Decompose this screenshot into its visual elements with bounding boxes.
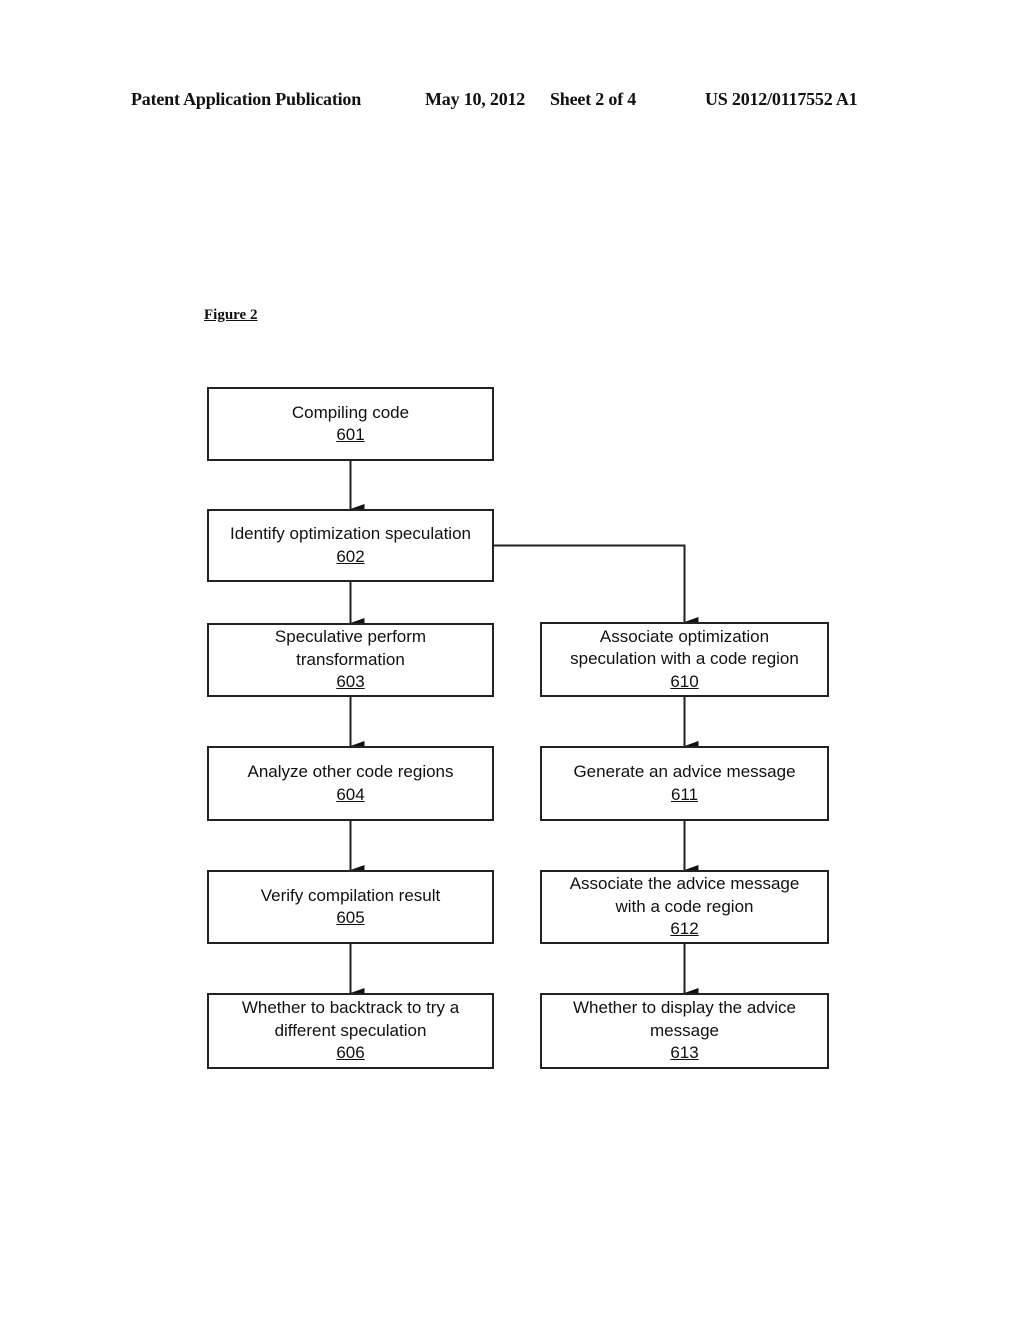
- node-text-line: Generate an advice message: [573, 762, 796, 781]
- flow-node-613: Whether to display the advice message 61…: [540, 993, 829, 1069]
- flow-node-603: Speculative perform transformation 603: [207, 623, 494, 697]
- node-text-line: with a code region: [615, 896, 754, 916]
- node-text-line: Whether to display the advice: [572, 998, 796, 1018]
- node-reference-number: 612: [670, 919, 699, 939]
- arrow-602-to-610: [494, 544, 699, 627]
- flow-node-611: Generate an advice message 611: [540, 746, 829, 821]
- node-text-line: different speculation: [274, 1020, 427, 1040]
- node-text-line: Identify optimization speculation: [230, 524, 471, 543]
- flow-node-604: Analyze other code regions 604: [207, 746, 494, 821]
- node-reference-number: 613: [670, 1043, 699, 1063]
- node-text-line: Verify compilation result: [260, 885, 441, 905]
- node-reference-number: 602: [336, 546, 365, 566]
- node-text-line: message: [650, 1020, 719, 1040]
- flow-node-610: Associate optimization speculation with …: [540, 622, 829, 697]
- node-text-line: speculation with a code region: [570, 649, 799, 669]
- flow-node-601: Compiling code 601: [207, 387, 494, 461]
- node-reference-number: 604: [336, 784, 365, 804]
- flow-node-606: Whether to backtrack to try a different …: [207, 993, 494, 1069]
- node-text-line: Compiling code: [291, 402, 410, 422]
- node-text-line: Analyze other code regions: [247, 762, 454, 781]
- node-text-line: Associate optimization: [599, 626, 770, 646]
- node-text-line: Whether to backtrack to try a: [241, 998, 460, 1018]
- flowchart-connectors: [349, 461, 699, 998]
- flow-node-612: Associate the advice message with a code…: [540, 870, 829, 944]
- node-reference-number: 611: [670, 784, 699, 804]
- flow-node-602: Identify optimization speculation 602: [207, 509, 494, 582]
- node-reference-number: 606: [336, 1043, 365, 1063]
- node-reference-number: 603: [336, 672, 365, 692]
- node-reference-number: 605: [336, 908, 365, 927]
- node-reference-number: 610: [670, 671, 699, 691]
- node-text-line: Associate the advice message: [569, 874, 800, 894]
- flow-node-605: Verify compilation result 605: [207, 870, 494, 944]
- node-text-line: Speculative perform: [274, 627, 427, 647]
- node-text-line: transformation: [296, 649, 405, 669]
- node-reference-number: 601: [336, 425, 365, 444]
